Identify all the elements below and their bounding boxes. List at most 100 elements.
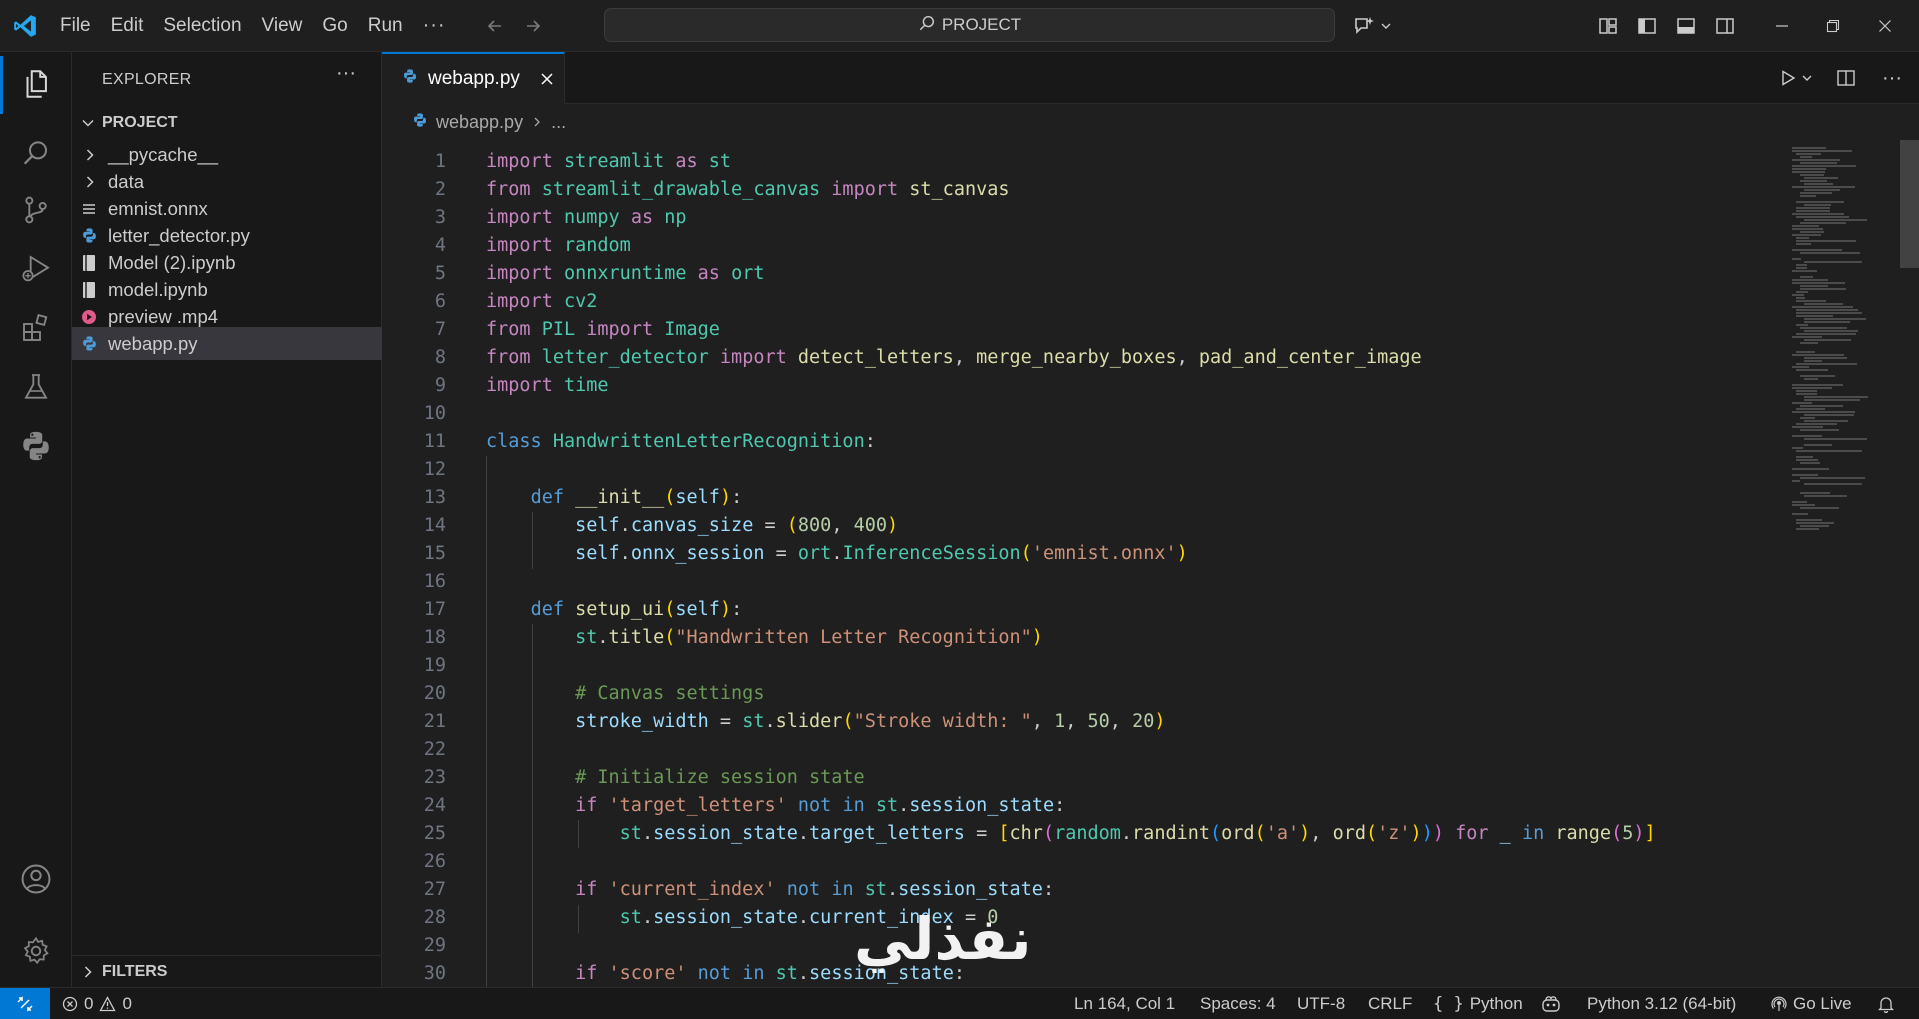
minimap-line: [1792, 501, 1807, 503]
indentation-indicator[interactable]: Spaces: 4: [1200, 988, 1276, 1019]
minimap-line: [1796, 363, 1857, 365]
minimap-line: [1792, 279, 1828, 281]
breadcrumb-file[interactable]: webapp.py: [436, 112, 523, 133]
tree-item-label: __pycache__: [108, 143, 219, 165]
line-number: 2: [434, 179, 446, 200]
error-count: 0: [84, 994, 94, 1013]
editor-scrollbar-thumb[interactable]: [1900, 140, 1919, 268]
encoding-indicator[interactable]: UTF-8: [1297, 988, 1345, 1019]
customize-layout-icon[interactable]: [1589, 0, 1627, 52]
line-number: 9: [434, 375, 446, 396]
line-number: 15: [423, 543, 446, 564]
minimap-line: [1800, 507, 1839, 509]
minimap-line: [1800, 156, 1812, 158]
minimap-line: [1792, 282, 1845, 284]
line-number: 26: [423, 851, 446, 872]
minimap-line: [1792, 435, 1822, 437]
toggle-panel-icon[interactable]: [1667, 0, 1705, 52]
source-control-icon[interactable]: [0, 178, 72, 242]
python-interpreter[interactable]: Python 3.12 (64-bit): [1587, 988, 1736, 1019]
python-icon[interactable]: [0, 414, 72, 478]
language-mode[interactable]: { } Python: [1433, 988, 1523, 1019]
menu-edit[interactable]: Edit: [101, 0, 154, 52]
menu-more-button[interactable]: ···: [413, 0, 456, 52]
run-python-file-button[interactable]: [1772, 52, 1820, 104]
copilot-status-icon[interactable]: [1540, 988, 1562, 1019]
notebook-icon: [80, 254, 98, 272]
line-number: 27: [423, 879, 446, 900]
run-and-debug-icon[interactable]: [0, 237, 72, 301]
minimap-line: [1796, 459, 1818, 461]
problems-indicator[interactable]: 0 0: [62, 988, 132, 1019]
minimap-line: [1792, 354, 1844, 356]
command-center-search[interactable]: PROJECT: [604, 8, 1335, 42]
menu-file[interactable]: File: [50, 0, 101, 52]
remote-window-button[interactable]: [0, 988, 50, 1019]
minimap-line: [1792, 168, 1826, 170]
forward-arrow-icon[interactable]: [514, 0, 552, 52]
python-file-icon: [412, 112, 428, 133]
tab-webapp-py[interactable]: webapp.py: [382, 52, 565, 104]
minimap-line: [1804, 204, 1831, 206]
line-number: 28: [423, 907, 446, 928]
minimap-line: [1792, 411, 1855, 413]
menu-selection[interactable]: Selection: [153, 0, 251, 52]
close-window-icon[interactable]: [1855, 0, 1915, 52]
code-line: 15 self.onnx_session = ort.InferenceSess…: [382, 540, 1782, 568]
tree-item-label: webapp.py: [108, 332, 198, 354]
chevron-right-icon: [80, 964, 96, 980]
menu-run[interactable]: Run: [358, 0, 413, 52]
close-tab-icon[interactable]: [540, 72, 554, 86]
toggle-primary-sidebar-icon[interactable]: [1628, 0, 1666, 52]
line-number: 13: [423, 487, 446, 508]
eol-indicator[interactable]: CRLF: [1368, 988, 1412, 1019]
settings-gear-icon[interactable]: [0, 919, 72, 983]
cursor-position[interactable]: Ln 164, Col 1: [1074, 988, 1175, 1019]
toggle-secondary-sidebar-icon[interactable]: [1706, 0, 1744, 52]
menu-go[interactable]: Go: [312, 0, 357, 52]
minimap-line: [1792, 171, 1825, 173]
accounts-icon[interactable]: [0, 847, 72, 911]
minimap[interactable]: [1786, 140, 1900, 987]
code-line: 24 if 'target_letters' not in st.session…: [382, 792, 1782, 820]
minimap-line: [1796, 312, 1862, 314]
minimap-line: [1800, 231, 1824, 233]
command-center-label: PROJECT: [941, 15, 1022, 34]
code-line: 26: [382, 848, 1782, 876]
minimap-line: [1804, 339, 1851, 341]
search-icon[interactable]: [0, 121, 72, 185]
project-folder-header[interactable]: PROJECT: [72, 108, 382, 138]
minimap-line: [1796, 393, 1817, 395]
explorer-icon[interactable]: [0, 52, 72, 116]
split-editor-icon[interactable]: [1826, 52, 1866, 104]
tree-item-webapp-py[interactable]: webapp.py: [72, 327, 382, 360]
code-editor[interactable]: 1 import streamlit as st 2 from streamlit_…: [382, 140, 1919, 987]
chevron-down-icon: [1381, 23, 1391, 29]
line-number: 17: [423, 599, 446, 620]
restore-icon[interactable]: [1803, 0, 1863, 52]
code-line: 21 stroke_width = st.slider("Stroke widt…: [382, 708, 1782, 736]
back-arrow-icon[interactable]: [476, 0, 514, 52]
minimap-line: [1796, 297, 1805, 299]
minimap-line: [1792, 504, 1815, 506]
breadcrumb-symbols[interactable]: ...: [551, 112, 566, 133]
error-icon: [62, 996, 78, 1012]
minimap-line: [1796, 291, 1808, 293]
editor-more-button[interactable]: ···: [1872, 52, 1912, 104]
minimap-line: [1804, 330, 1858, 332]
line-number: 25: [423, 823, 446, 844]
notifications-bell-icon[interactable]: [1878, 988, 1894, 1019]
explorer-more-button[interactable]: ···: [336, 62, 356, 85]
minimap-line: [1800, 180, 1827, 182]
go-live-button[interactable]: Go Live: [1771, 988, 1852, 1019]
notebook-icon: [80, 281, 98, 299]
minimap-line: [1792, 513, 1808, 515]
filters-label: FILTERS: [102, 962, 168, 980]
copilot-menu-button[interactable]: [1352, 0, 1392, 52]
menu-view[interactable]: View: [252, 0, 313, 52]
extensions-icon[interactable]: [0, 296, 72, 360]
testing-flask-icon[interactable]: [0, 355, 72, 419]
video-file-icon: [80, 308, 98, 326]
line-number: 29: [423, 935, 446, 956]
filters-section-header[interactable]: FILTERS: [72, 955, 382, 987]
